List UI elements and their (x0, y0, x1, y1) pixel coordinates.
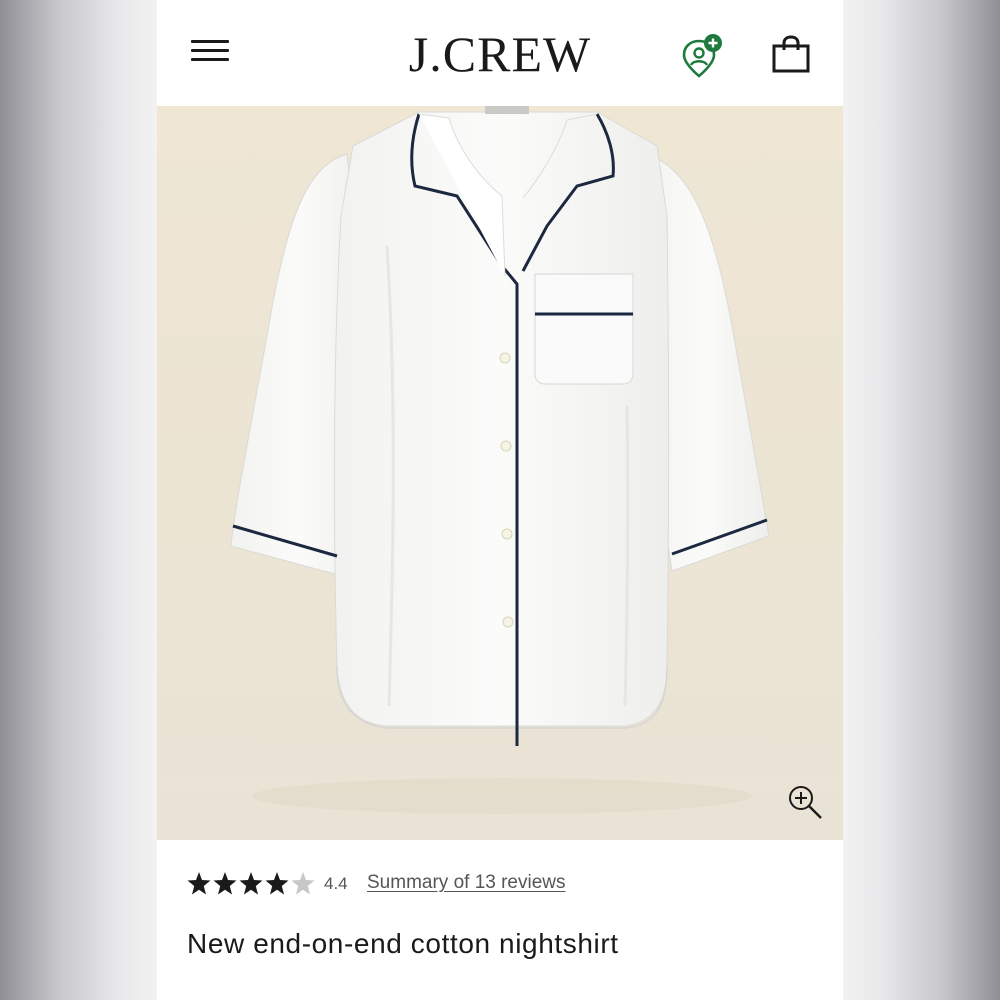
zoom-button[interactable] (785, 782, 825, 822)
reviews-summary-link[interactable]: Summary of 13 reviews (367, 872, 566, 894)
nightshirt-photo (230, 106, 770, 814)
rewards-location-button[interactable] (679, 32, 727, 80)
product-page: J.CREW 4.4 Summary of 13 reviews New end… (157, 0, 843, 1000)
shopping-bag-button[interactable] (771, 34, 811, 74)
location-pin-plus-icon (682, 34, 722, 78)
product-title: New end-on-end cotton nightshirt (187, 928, 619, 959)
product-info: 4.4 Summary of 13 reviews New end-on-end… (157, 840, 843, 1000)
shopping-bag-icon (772, 35, 810, 73)
star-rating-icon (187, 872, 315, 895)
brand-logo[interactable]: J.CREW (157, 26, 843, 82)
zoom-in-icon (789, 786, 822, 819)
rating-value: 4.4 (324, 874, 348, 893)
product-image[interactable] (157, 106, 843, 840)
top-navigation-bar: J.CREW (157, 0, 843, 106)
rating-stars (187, 868, 317, 898)
